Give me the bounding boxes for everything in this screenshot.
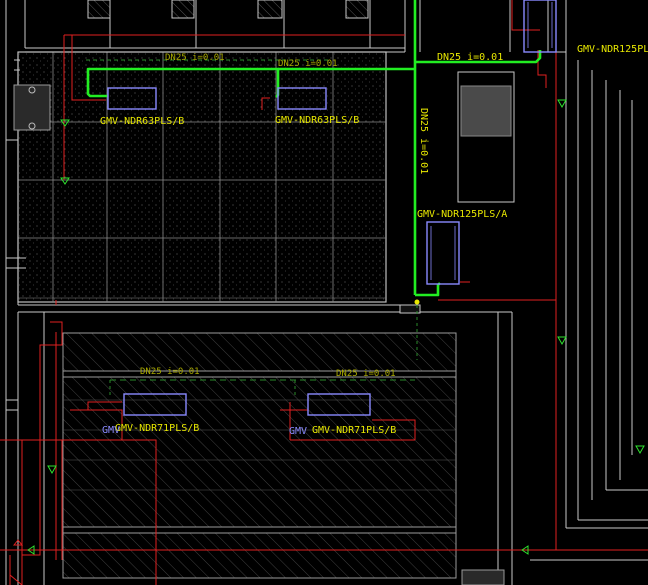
label-pipe-vertical: DN25 i=0.01 [418,108,429,174]
unit-right-top[interactable] [523,0,557,53]
top-wall [24,0,406,53]
label-unit-bot-right: GMV-NDR71PLS/B [312,425,396,436]
label-unit-bot-left-overlap: GMV [102,425,120,436]
label-pipe-bot-faint: DN25 i=0.01 [140,367,200,377]
label-pipe-top-faint: DN25 i=0.01 [165,53,225,63]
label-unit-right-top: GMV-NDR125PL [577,44,648,55]
bottom-room [62,332,457,579]
label-unit-bot-right-overlap: GMV [289,426,307,437]
label-pipe-bot-faint2: DN25 i=0.01 [336,369,396,379]
top-room [17,51,387,303]
cad-drawing: GMV-NDR63PLS/B GMV-NDR63PLS/B GMV-NDR125… [0,0,648,585]
label-unit-top-mid: GMV-NDR63PLS/B [275,115,359,126]
junction-dot [414,299,420,305]
label-unit-top-left: GMV-NDR63PLS/B [100,116,184,127]
label-pipe-top-faint2: DN25 i=0.01 [278,59,338,69]
label-unit-right-mid: GMV-NDR125PLS/A [417,209,507,220]
unit-right-mid[interactable] [426,221,460,285]
label-pipe-horizontal: DN25 i=0.01 [437,52,503,63]
label-unit-bot-left: GMV-NDR71PLS/B [115,423,199,434]
